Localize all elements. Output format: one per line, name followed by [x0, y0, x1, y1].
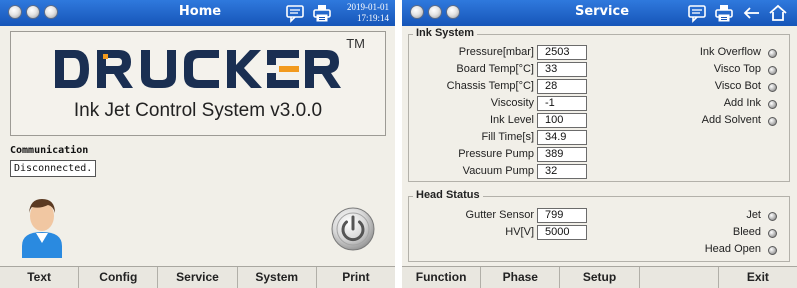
param-label: Viscosity: [490, 97, 534, 109]
home-icon[interactable]: [768, 3, 788, 23]
power-button[interactable]: [330, 206, 376, 257]
param-value[interactable]: 389: [537, 147, 587, 162]
param-label: Pressure[mbar]: [458, 46, 534, 58]
nav-text-button[interactable]: Text: [0, 267, 80, 288]
param-value[interactable]: 799: [537, 208, 587, 223]
param-value[interactable]: 33: [537, 62, 587, 77]
window-dot-icon[interactable]: [8, 5, 22, 19]
param-label: Pressure Pump: [458, 148, 534, 160]
param-value[interactable]: 34.9: [537, 130, 587, 145]
bleed-label: Bleed: [732, 226, 761, 238]
param-label: Ink Level: [489, 114, 534, 126]
home-title-bar: Home 2019-01-01 17:19:14: [0, 0, 395, 26]
window-dot-icon[interactable]: [446, 5, 460, 19]
service-title-bar: Service: [402, 0, 797, 26]
param-row: Fill Time[s]: [409, 130, 534, 146]
window-dot-icon[interactable]: [44, 5, 58, 19]
param-value[interactable]: 32: [537, 164, 587, 179]
printer-icon[interactable]: [714, 3, 734, 23]
param-row: Viscosity: [409, 96, 534, 112]
param-value[interactable]: 2503: [537, 45, 587, 60]
param-label: Chassis Temp[°C]: [446, 80, 534, 92]
jet-led-icon: [768, 212, 777, 221]
add-ink-led-icon: [768, 100, 777, 109]
nav-system-button[interactable]: System: [238, 267, 317, 288]
time-label: 17:19:14: [356, 13, 389, 23]
user-avatar-icon[interactable]: [20, 196, 64, 263]
nav-function-button[interactable]: Function: [402, 267, 482, 288]
param-row: Ink Level: [409, 113, 534, 129]
param-row: Gutter Sensor: [409, 208, 534, 224]
param-label: Fill Time[s]: [481, 131, 534, 143]
visco-top-led-icon: [768, 66, 777, 75]
nav-service-button[interactable]: Service: [158, 267, 238, 288]
window-dot-icon[interactable]: [26, 5, 40, 19]
head-status-group: Head Status Gutter Sensor 799 HV[V] 5000…: [408, 189, 790, 262]
param-value[interactable]: 28: [537, 79, 587, 94]
ink-system-title: Ink System: [413, 27, 478, 39]
param-value[interactable]: 100: [537, 113, 587, 128]
trademark-mark: TM: [346, 36, 365, 51]
communication-label: Communication: [10, 145, 89, 156]
app-subtitle: Ink Jet Control System v3.0.0: [73, 100, 323, 121]
param-label: HV[V]: [505, 226, 534, 238]
service-screen: Service Ink System Pressure[mbar] 2503 B…: [402, 0, 797, 288]
nav-setup-button[interactable]: Setup: [560, 267, 640, 288]
drucker-logo: [53, 46, 345, 97]
service-nav-bar: Function Phase Setup Exit: [402, 266, 797, 288]
window-dot-icon[interactable]: [428, 5, 442, 19]
param-row: Vacuum Pump: [409, 164, 534, 180]
ink-system-group: Ink System Pressure[mbar] 2503 Board Tem…: [408, 27, 790, 182]
logo-panel: TM Ink Jet Control System v3.0.0: [10, 31, 386, 136]
param-value[interactable]: -1: [537, 96, 587, 111]
ink-overflow-led-icon: [768, 49, 777, 58]
window-dots: [410, 5, 460, 19]
head-open-led-icon: [768, 246, 777, 255]
param-row: Chassis Temp[°C]: [409, 79, 534, 95]
param-label: Vacuum Pump: [462, 165, 534, 177]
param-value[interactable]: 5000: [537, 225, 587, 240]
add-solvent-label: Add Solvent: [701, 114, 761, 126]
message-icon[interactable]: [285, 3, 305, 23]
window-dot-icon[interactable]: [410, 5, 424, 19]
head-status-title: Head Status: [413, 189, 483, 201]
back-arrow-icon[interactable]: [742, 3, 762, 23]
communication-status: Disconnected.: [10, 160, 97, 177]
page-title: Home: [178, 4, 222, 19]
param-row: HV[V]: [409, 225, 534, 241]
param-row: Pressure[mbar]: [409, 45, 534, 61]
add-ink-label: Add Ink: [723, 97, 761, 109]
add-solvent-led-icon: [768, 117, 777, 126]
jet-label: Jet: [746, 209, 761, 221]
nav-exit-button[interactable]: Exit: [719, 267, 797, 288]
bleed-led-icon: [768, 229, 777, 238]
ink-overflow-label: Ink Overflow: [699, 46, 761, 58]
param-row: Board Temp[°C]: [409, 62, 534, 78]
nav-config-button[interactable]: Config: [79, 267, 159, 288]
visco-bot-label: Visco Bot: [714, 80, 761, 92]
home-screen: Home 2019-01-01 17:19:14 TM Ink Jet Cont…: [0, 0, 395, 288]
message-icon[interactable]: [687, 3, 707, 23]
page-title: Service: [574, 4, 630, 19]
visco-bot-led-icon: [768, 83, 777, 92]
param-label: Gutter Sensor: [465, 209, 534, 221]
head-open-label: Head Open: [704, 243, 761, 255]
nav-empty-button[interactable]: [640, 267, 719, 288]
param-label: Board Temp[°C]: [456, 63, 534, 75]
date-time: 2019-01-01 17:19:14: [347, 2, 389, 24]
date-label: 2019-01-01: [347, 2, 389, 12]
nav-phase-button[interactable]: Phase: [481, 267, 561, 288]
visco-top-label: Visco Top: [713, 63, 761, 75]
window-dots: [8, 5, 58, 19]
home-nav-bar: Text Config Service System Print: [0, 266, 395, 288]
nav-print-button[interactable]: Print: [317, 267, 395, 288]
printer-icon[interactable]: [312, 3, 332, 23]
param-row: Pressure Pump: [409, 147, 534, 163]
